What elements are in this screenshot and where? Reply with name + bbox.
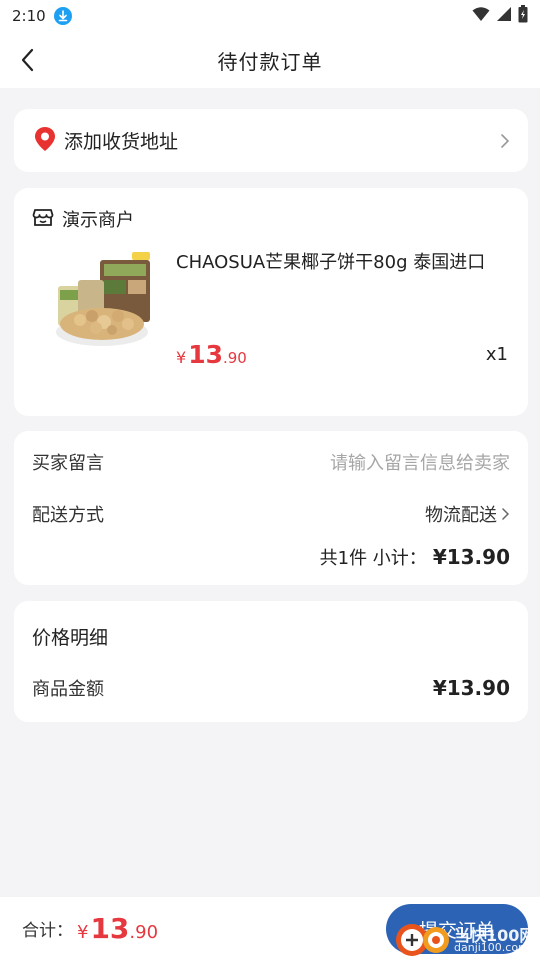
total-decimal: .90 bbox=[129, 922, 159, 943]
order-info-card: 买家留言 请输入留言信息给卖家 配送方式 物流配送 共1件 小计： ¥13.90 bbox=[14, 431, 528, 585]
buyer-message-input[interactable]: 请输入留言信息给卖家 bbox=[330, 449, 510, 475]
total-integer: 13 bbox=[90, 912, 130, 945]
status-time: 2:10 bbox=[12, 7, 46, 25]
price-currency: ¥ bbox=[176, 348, 187, 367]
price-decimal: .90 bbox=[222, 349, 247, 367]
subtotal-amount: ¥13.90 bbox=[432, 545, 510, 569]
location-pin-icon bbox=[34, 126, 56, 156]
price-detail-heading: 价格明细 bbox=[32, 627, 109, 649]
total-currency: ¥ bbox=[77, 922, 89, 943]
product-title[interactable]: CHAOSUA芒果椰子饼干80g 泰国进口 bbox=[176, 248, 521, 274]
total-price: ¥ 13 .90 bbox=[77, 912, 158, 945]
add-address-label: 添加收货地址 bbox=[64, 131, 179, 153]
price-detail-card: 价格明细 商品金额 ¥13.90 bbox=[14, 601, 528, 722]
delivery-method-value[interactable]: 物流配送 bbox=[425, 501, 510, 527]
shop-header[interactable]: 演示商户 bbox=[32, 206, 134, 232]
chevron-right-icon bbox=[502, 508, 510, 520]
wifi-icon bbox=[472, 6, 490, 26]
total-label: 合计： bbox=[22, 921, 73, 941]
signal-icon bbox=[496, 6, 512, 26]
nav-bar: 待付款订单 bbox=[0, 32, 540, 88]
goods-amount-value: ¥13.90 bbox=[432, 676, 510, 700]
status-bar: 2:10 bbox=[0, 0, 540, 32]
goods-amount-row: 商品金额 ¥13.90 bbox=[32, 675, 510, 701]
buyer-message-row: 买家留言 请输入留言信息给卖家 bbox=[32, 449, 510, 475]
delivery-method-row[interactable]: 配送方式 物流配送 bbox=[32, 501, 510, 527]
store-icon bbox=[32, 206, 54, 232]
shop-name: 演示商户 bbox=[62, 210, 134, 231]
back-button[interactable] bbox=[14, 46, 42, 74]
chevron-right-icon bbox=[500, 133, 510, 149]
delivery-method-label: 配送方式 bbox=[32, 505, 104, 526]
back-arrow-icon bbox=[21, 48, 34, 72]
add-address-card[interactable]: 添加收货地址 bbox=[14, 109, 528, 172]
battery-icon bbox=[518, 5, 528, 27]
submit-order-label: 提交订单 bbox=[418, 919, 495, 942]
subtotal: 共1件 小计： ¥13.90 bbox=[320, 544, 510, 570]
subtotal-label: 共1件 小计： bbox=[319, 548, 427, 569]
submit-order-button[interactable]: 提交订单 bbox=[386, 904, 528, 954]
goods-amount-label: 商品金额 bbox=[32, 679, 104, 700]
shop-card: 演示商户 CHAOSUA芒果椰子饼干80g 泰国进口 ¥ 13 .90 x1 bbox=[14, 188, 528, 416]
price-integer: 13 bbox=[188, 340, 223, 369]
product-price: ¥ 13 .90 bbox=[176, 340, 247, 369]
buyer-message-label: 买家留言 bbox=[32, 453, 104, 474]
product-image[interactable] bbox=[40, 250, 168, 360]
page-title: 待付款订单 bbox=[217, 49, 323, 74]
download-icon bbox=[53, 7, 72, 25]
product-quantity: x1 bbox=[485, 344, 508, 365]
delivery-method-text: 物流配送 bbox=[425, 505, 497, 526]
